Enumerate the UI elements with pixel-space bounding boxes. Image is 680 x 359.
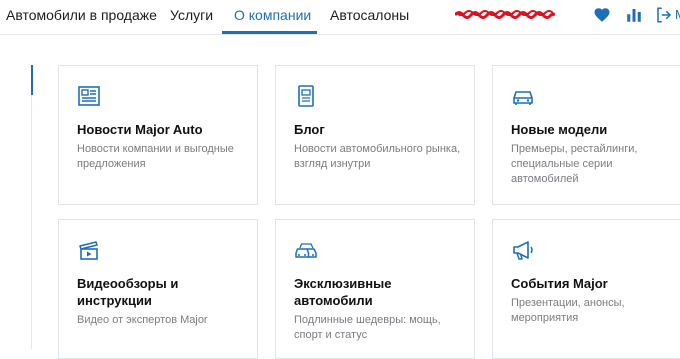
card-description: Премьеры, рестайлинги, специальные серии… xyxy=(511,143,638,185)
car-icon xyxy=(513,91,533,105)
card-major-events[interactable]: События Major Презентации, анонсы, мероп… xyxy=(492,219,680,359)
nav-item-about-company[interactable]: О компании xyxy=(234,0,311,32)
card-exclusive-cars[interactable]: Эксклюзивные автомобили Подлинные шедевр… xyxy=(275,219,475,359)
card-news[interactable]: Новости Major Auto Новости компании и вы… xyxy=(58,65,258,205)
card-description: Новости компании и выгодные предложения xyxy=(77,143,234,170)
card-new-models[interactable]: Новые модели Премьеры, рестайлинги, спец… xyxy=(492,65,680,205)
cars-icon xyxy=(295,243,317,258)
card-title: События Major xyxy=(511,276,608,291)
card-description: Подлинные шедевры: мощь, спорт и статус xyxy=(294,314,441,341)
sidebar-accent-bar xyxy=(31,65,33,95)
login-icon[interactable] xyxy=(655,6,673,24)
video-clapper-icon xyxy=(79,241,98,260)
card-description: Видео от экспертов Major xyxy=(77,314,208,326)
heart-icon[interactable] xyxy=(593,6,611,24)
active-tab-indicator xyxy=(222,31,317,34)
sidebar-divider xyxy=(31,95,32,349)
card-description: Новости автомобильного рынка, взгляд изн… xyxy=(294,143,461,170)
newspaper-icon xyxy=(78,86,100,106)
card-title: Новые модели xyxy=(511,122,608,137)
card-title: Видеообзоры и инструкции xyxy=(77,276,179,308)
megaphone-icon xyxy=(513,241,533,260)
card-title: Новости Major Auto xyxy=(77,122,203,137)
nav-item-dealerships[interactable]: Автосалоны xyxy=(330,0,409,32)
card-video-reviews[interactable]: Видеообзоры и инструкции Видео от экспер… xyxy=(58,219,258,359)
bar-chart-icon[interactable] xyxy=(625,6,643,24)
card-blog[interactable]: Блог Новости автомобильного рынка, взгля… xyxy=(275,65,475,205)
login-label[interactable]: М xyxy=(675,7,680,22)
card-title: Эксклюзивные автомобили xyxy=(294,276,392,308)
blog-document-icon xyxy=(298,85,314,107)
card-description: Презентации, анонсы, мероприятия xyxy=(511,297,625,324)
nav-item-services[interactable]: Услуги xyxy=(170,0,213,32)
card-title: Блог xyxy=(294,122,325,137)
redacted-phone-scribble xyxy=(455,10,555,19)
top-navigation: Автомобили в продаже Услуги О компании А… xyxy=(0,0,680,35)
nav-item-cars-for-sale[interactable]: Автомобили в продаже xyxy=(6,0,157,32)
